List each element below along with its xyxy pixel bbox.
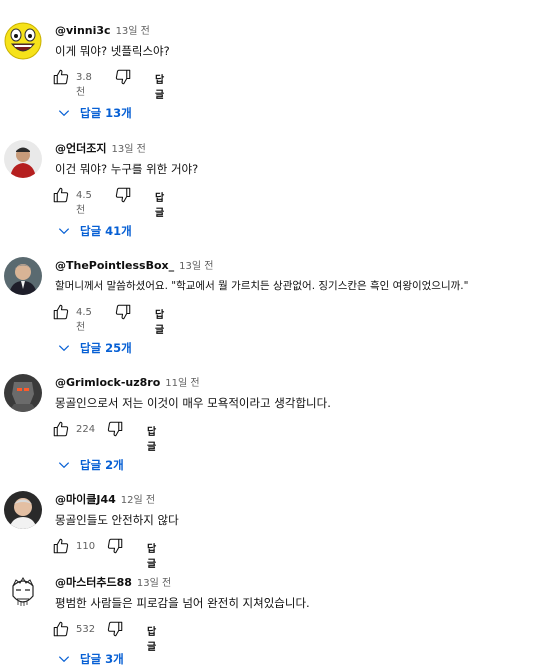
like-count: 3.8천 <box>76 72 92 98</box>
like-button[interactable] <box>52 420 70 438</box>
view-replies-button[interactable]: 답글 41개 <box>57 223 132 239</box>
comment-header: @마이클J44 12일 전 <box>55 491 155 507</box>
comment-header: @ThePointlessBox_ 13일 전 <box>55 257 213 272</box>
thumbs-up-icon <box>53 304 69 320</box>
thumbs-up-icon <box>53 421 69 437</box>
dislike-button[interactable] <box>106 420 124 438</box>
comment-text: 이건 뭐야? 누구를 위한 거야? <box>55 162 199 176</box>
avatar[interactable] <box>4 574 42 612</box>
replies-label: 답글 41개 <box>80 224 132 238</box>
thumbs-down-icon <box>115 187 131 203</box>
comment-author[interactable]: @마이클J44 <box>55 493 116 506</box>
like-count: 110 <box>76 541 96 552</box>
comment-time[interactable]: 12일 전 <box>121 495 155 506</box>
view-replies-button[interactable]: 답글 13개 <box>57 105 132 121</box>
sketch-face-avatar-icon <box>4 574 42 612</box>
person-avatar-icon <box>4 257 42 295</box>
like-count: 4.5천 <box>76 307 92 333</box>
smiley-avatar-icon <box>4 22 42 60</box>
robot-avatar-icon <box>4 374 42 412</box>
thumbs-down-icon <box>115 69 131 85</box>
comment-author[interactable]: @Grimlock-uz8ro <box>55 376 160 389</box>
comment-header: @Grimlock-uz8ro 11일 전 <box>55 374 200 389</box>
chevron-down-icon <box>58 110 70 117</box>
avatar[interactable] <box>4 140 42 178</box>
comment-header: @언더조지 13일 전 <box>55 140 146 156</box>
comment-time[interactable]: 11일 전 <box>165 378 199 389</box>
view-replies-button[interactable]: 답글 2개 <box>57 457 124 473</box>
reply-button[interactable]: 답글 <box>155 189 164 219</box>
reply-button[interactable]: 답글 <box>147 623 156 653</box>
thumbs-up-icon <box>53 538 69 554</box>
like-count: 4.5천 <box>76 190 92 216</box>
person-avatar-icon <box>4 140 42 178</box>
reply-button[interactable]: 답글 <box>147 423 156 453</box>
avatar[interactable] <box>4 257 42 295</box>
like-button[interactable] <box>52 620 70 638</box>
chevron-down-icon <box>58 228 70 235</box>
view-replies-button[interactable]: 답글 3개 <box>57 651 124 667</box>
comment-time[interactable]: 13일 전 <box>179 261 213 272</box>
avatar[interactable] <box>4 374 42 412</box>
like-count: 224 <box>76 424 96 435</box>
comment-header: @마스터추드88 13일 전 <box>55 574 171 590</box>
comment-text: 할머니께서 말씀하셨어요. "학교에서 뭘 가르치든 상관없어. 징기스칸은 흑… <box>55 280 469 292</box>
like-count: 532 <box>76 624 96 635</box>
thumbs-up-icon <box>53 187 69 203</box>
person-avatar-icon <box>4 491 42 529</box>
comment-author[interactable]: @마스터추드88 <box>55 576 132 589</box>
comment-author[interactable]: @vinni3c <box>55 24 111 37</box>
view-replies-button[interactable]: 답글 25개 <box>57 340 132 356</box>
dislike-button[interactable] <box>114 186 132 204</box>
replies-label: 답글 13개 <box>80 106 132 120</box>
reply-button[interactable]: 답글 <box>155 71 164 101</box>
chevron-down-icon <box>58 656 70 663</box>
dislike-button[interactable] <box>114 68 132 86</box>
dislike-button[interactable] <box>106 620 124 638</box>
comment-text: 몽골인들도 안전하지 않다 <box>55 513 179 527</box>
replies-label: 답글 3개 <box>80 652 124 666</box>
reply-button[interactable]: 답글 <box>155 306 164 336</box>
thumbs-down-icon <box>107 621 123 637</box>
dislike-button[interactable] <box>106 537 124 555</box>
comment-header: @vinni3c 13일 전 <box>55 22 150 37</box>
avatar[interactable] <box>4 22 42 60</box>
like-button[interactable] <box>52 186 70 204</box>
replies-label: 답글 2개 <box>80 458 124 472</box>
like-button[interactable] <box>52 68 70 86</box>
comment-author[interactable]: @ThePointlessBox_ <box>55 259 174 272</box>
comment-time[interactable]: 13일 전 <box>137 578 171 589</box>
thumbs-up-icon <box>53 69 69 85</box>
like-button[interactable] <box>52 303 70 321</box>
thumbs-down-icon <box>107 538 123 554</box>
replies-label: 답글 25개 <box>80 341 132 355</box>
dislike-button[interactable] <box>114 303 132 321</box>
thumbs-down-icon <box>107 421 123 437</box>
thumbs-up-icon <box>53 621 69 637</box>
like-button[interactable] <box>52 537 70 555</box>
comment-time[interactable]: 13일 전 <box>111 144 145 155</box>
comment-time[interactable]: 13일 전 <box>116 26 150 37</box>
comment-text: 이게 뭐야? 넷플릭스야? <box>55 44 170 58</box>
comment-author[interactable]: @언더조지 <box>55 142 106 155</box>
thumbs-down-icon <box>115 304 131 320</box>
avatar[interactable] <box>4 491 42 529</box>
reply-button[interactable]: 답글 <box>147 540 156 570</box>
comment-text: 평범한 사람들은 피로감을 넘어 완전히 지쳐있습니다. <box>55 596 310 610</box>
comment-text: 몽골인으로서 저는 이것이 매우 모욕적이라고 생각합니다. <box>55 396 331 410</box>
chevron-down-icon <box>58 345 70 352</box>
chevron-down-icon <box>58 462 70 469</box>
